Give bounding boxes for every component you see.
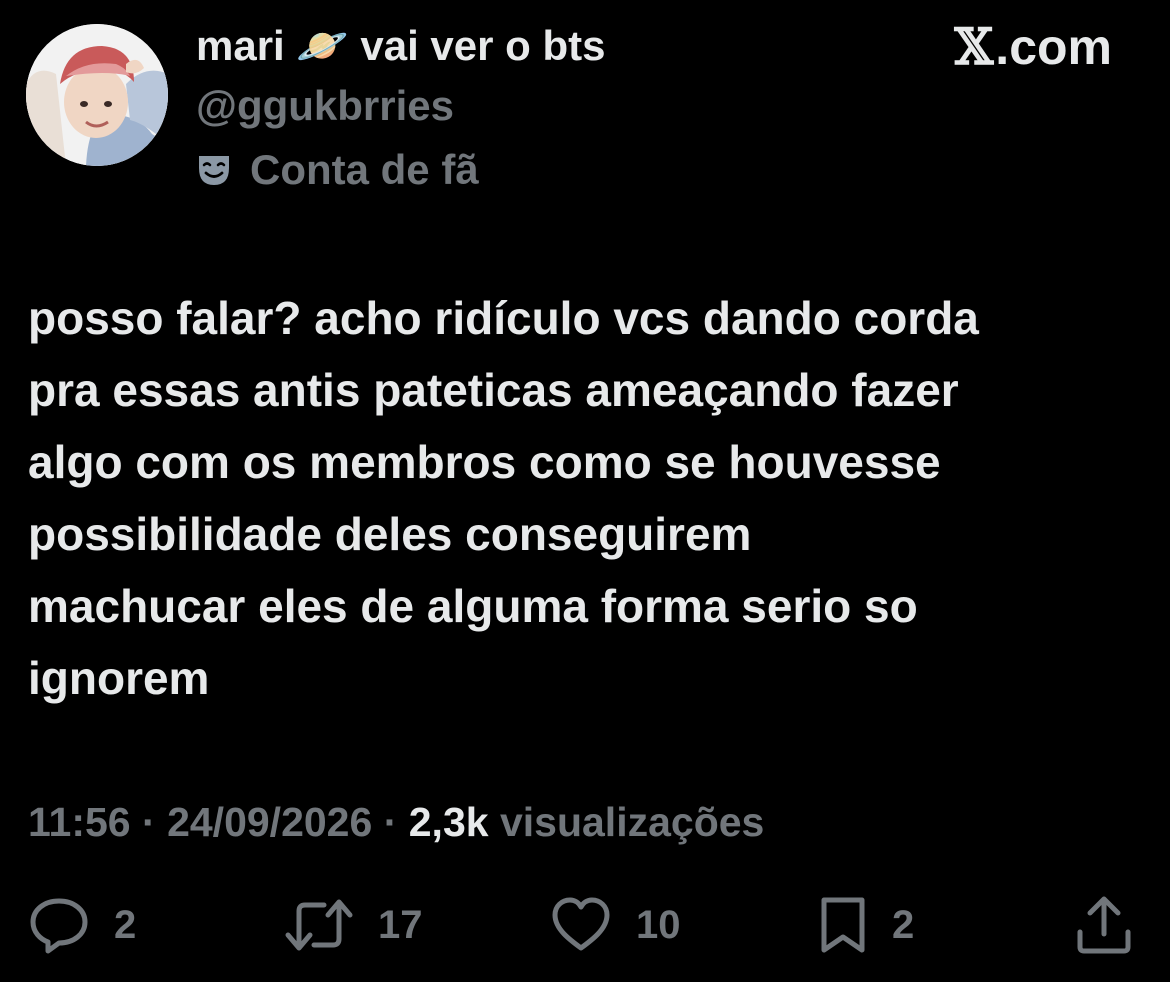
tweet-line: algo com os membros como se houvesse: [28, 436, 941, 488]
repost-icon: [284, 895, 354, 955]
like-button[interactable]: 10: [550, 890, 681, 960]
tweet-line: ignorem: [28, 652, 210, 704]
share-icon: [1074, 894, 1134, 956]
bookmark-count: 2: [892, 903, 915, 947]
meta-separator: ·: [142, 799, 156, 845]
bookmark-icon: [818, 895, 868, 955]
tweet-line: pra essas antis pateticas ameaçando faze…: [28, 364, 959, 416]
heart-icon: [550, 896, 612, 954]
share-button[interactable]: [1074, 890, 1134, 960]
action-bar: 2 17 10 2: [0, 890, 1170, 960]
display-name[interactable]: mari ⁠🪐 vai ver o bts: [196, 22, 605, 70]
tweet-date[interactable]: 24/09/2026: [167, 799, 372, 845]
repost-count: 17: [378, 903, 423, 947]
reply-icon: [28, 895, 90, 955]
tweet-text: posso falar? acho ridículo vcs dando cor…: [28, 282, 1148, 714]
views-count: 2,3k: [408, 799, 489, 845]
tweet-line: possibilidade deles conseguirem: [28, 508, 752, 560]
brand-domain: .com: [995, 19, 1112, 75]
bookmark-button[interactable]: 2: [818, 890, 914, 960]
theater-mask-icon: [196, 152, 232, 188]
user-handle[interactable]: @ggukbrries: [196, 82, 454, 130]
tweet-time[interactable]: 11:56: [28, 799, 131, 845]
meta-separator: ·: [383, 799, 398, 845]
tweet-line: machucar eles de alguma forma serio so: [28, 580, 918, 632]
avatar[interactable]: [26, 24, 168, 166]
tweet-line: posso falar? acho ridículo vcs dando cor…: [28, 292, 979, 344]
x-logo: 𝕏.com: [954, 17, 1113, 76]
like-count: 10: [636, 903, 681, 947]
reply-count: 2: [114, 903, 137, 947]
tweet-meta: 11:56 · 24/09/2026 · 2,3k visualizações: [28, 796, 764, 848]
reply-button[interactable]: 2: [28, 890, 136, 960]
repost-button[interactable]: 17: [284, 890, 423, 960]
avatar-image: [26, 24, 168, 166]
account-label: Conta de fã: [196, 146, 479, 194]
x-mark-icon: 𝕏: [954, 17, 994, 76]
views-label: visualizações: [499, 799, 765, 845]
account-label-text: Conta de fã: [250, 146, 479, 193]
